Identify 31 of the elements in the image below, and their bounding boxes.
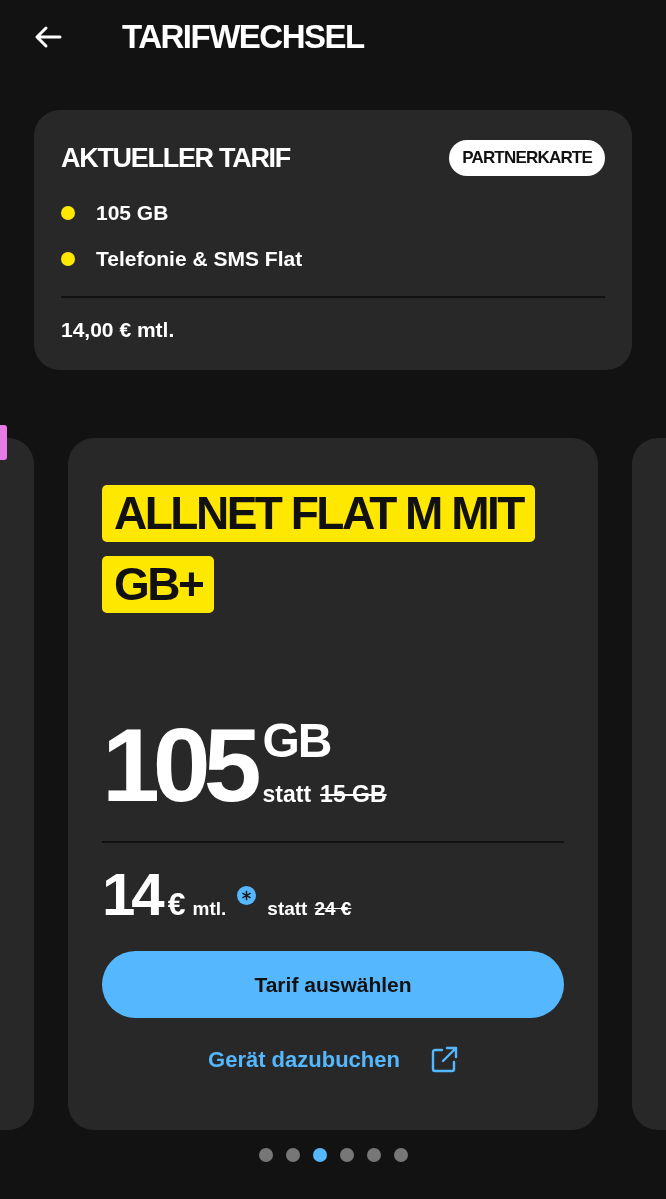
feature-text: Telefonie & SMS Flat [96,247,303,271]
page-title: TARIFWECHSEL [122,18,364,56]
card-title: AKTUELLER TARIF [61,142,290,174]
data-unit: GB [262,719,332,763]
data-amount: 105 [102,719,255,811]
edge-marker [0,425,7,460]
back-arrow-icon[interactable] [34,25,62,49]
page-dot[interactable] [258,1148,273,1162]
tariff-name: GB+ [102,556,215,613]
page-dot[interactable] [312,1148,327,1162]
tariff-name: ALLNET FLAT M MIT [102,485,535,542]
add-device-link[interactable]: Gerät dazubuchen [208,1047,400,1073]
statt-label: statt [267,898,308,920]
page-dot[interactable] [366,1148,381,1162]
current-price: 14,00 € mtl. [61,318,175,341]
feature-text: 105 GB [96,201,169,225]
asterisk-icon[interactable] [237,885,257,905]
partner-badge: PARTNERKARTE [449,140,605,176]
bullet-icon [61,252,75,266]
price-period: mtl. [192,898,227,920]
page-dot[interactable] [339,1148,354,1162]
statt-label: statt [262,781,312,808]
currency: € [167,886,186,923]
external-link-icon[interactable] [429,1046,458,1074]
page-dot[interactable] [285,1148,300,1162]
price-amount: 14 [102,867,161,923]
page-dot[interactable] [393,1148,408,1162]
select-tariff-button[interactable]: Tarif auswählen [102,951,564,1018]
bullet-icon [61,206,75,220]
old-data-amount: 15 GB [320,781,387,808]
old-price: 24 € [314,898,352,920]
